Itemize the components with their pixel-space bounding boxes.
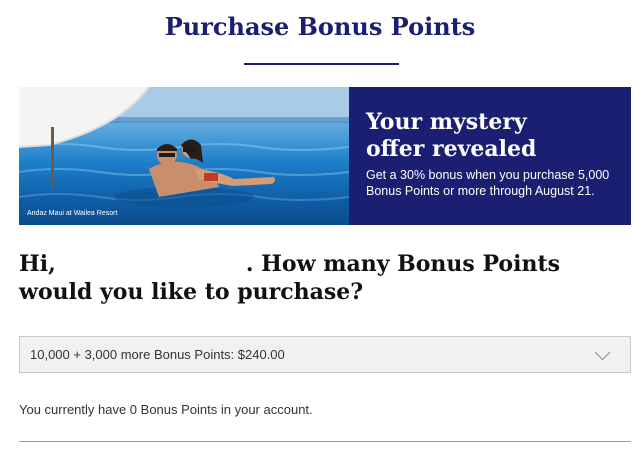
offer-banner: Andaz Maui at Wailea Resort Your mystery… bbox=[19, 87, 631, 225]
offer-description: Get a 30% bonus when you purchase 5,000 … bbox=[366, 168, 610, 198]
offer-panel: Your mystery offer revealed Get a 30% bo… bbox=[349, 87, 631, 225]
offer-title: Your mystery offer revealed bbox=[366, 109, 626, 163]
chevron-down-icon bbox=[594, 344, 611, 361]
section-divider bbox=[19, 441, 631, 442]
pool-scene-illustration bbox=[19, 87, 349, 207]
greeting-prefix: Hi, bbox=[19, 251, 56, 277]
offer-title-line1: Your mystery bbox=[366, 109, 527, 135]
title-divider bbox=[244, 63, 399, 65]
question-text: . How many Bonus Points would you like t… bbox=[19, 251, 560, 305]
purchase-question: Hi,. How many Bonus Points would you lik… bbox=[19, 250, 629, 306]
selected-option: 10,000 + 3,000 more Bonus Points: $240.0… bbox=[30, 347, 285, 362]
resort-pool-photo: Andaz Maui at Wailea Resort bbox=[19, 87, 349, 225]
photo-caption: Andaz Maui at Wailea Resort bbox=[27, 210, 118, 217]
bonus-points-dropdown[interactable]: 10,000 + 3,000 more Bonus Points: $240.0… bbox=[19, 336, 631, 373]
page-title: Purchase Bonus Points bbox=[164, 12, 476, 41]
offer-title-line2: offer revealed bbox=[366, 136, 537, 162]
points-balance-text: You currently have 0 Bonus Points in you… bbox=[19, 402, 313, 417]
